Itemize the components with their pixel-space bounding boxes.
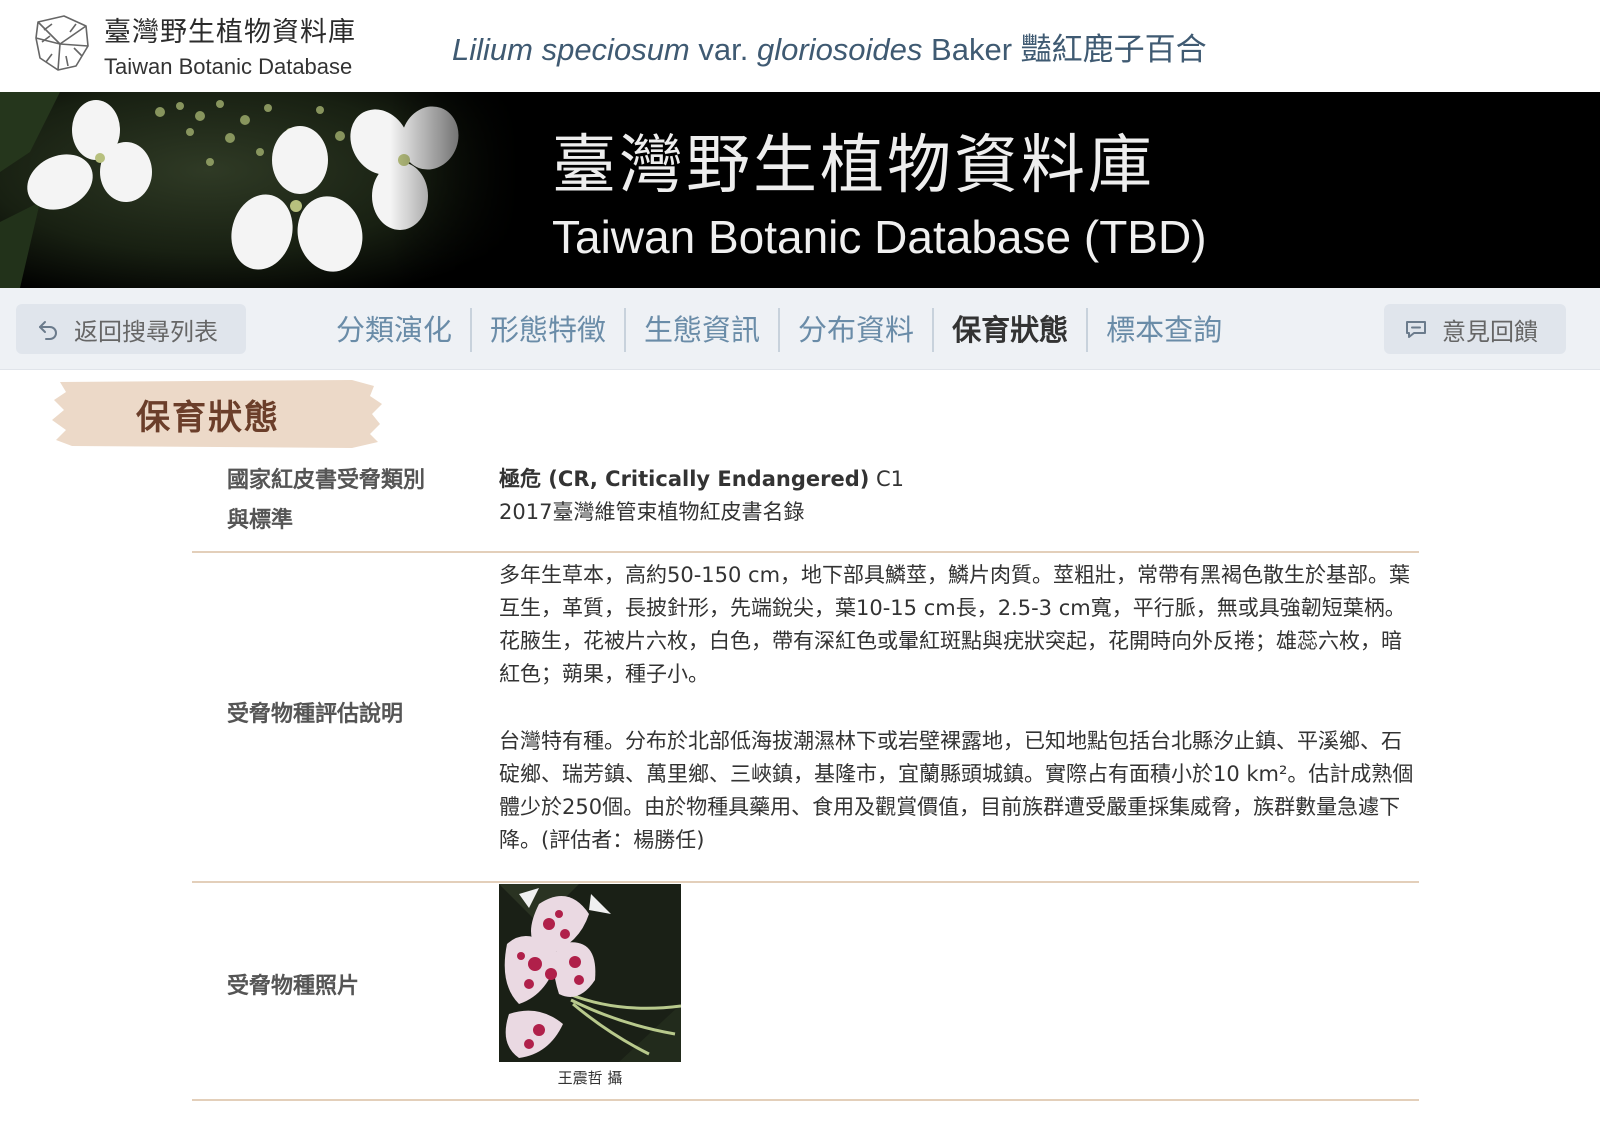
redlist-category: 極危 (CR, Critically Endangered): [499, 467, 870, 491]
tab-distribution[interactable]: 分布資料: [780, 308, 935, 352]
species-author: Baker: [931, 32, 1013, 67]
species-binomial: Lilium speciosum: [452, 32, 690, 67]
site-header: 臺灣野生植物資料庫 Taiwan Botanic Database Lilium…: [0, 0, 1600, 92]
tab-morphology[interactable]: 形態特徵: [472, 308, 627, 352]
photo-credit: 王震哲 攝: [557, 1069, 623, 1087]
hero-banner: 臺灣野生植物資料庫 Taiwan Botanic Database (TBD): [0, 92, 1600, 288]
species-photo[interactable]: [499, 884, 681, 1062]
table-row: 國家紅皮書受脅類別 與標準 極危 (CR, Critically Endange…: [192, 455, 1419, 553]
tab-conservation[interactable]: 保育狀態: [934, 308, 1089, 352]
species-title: Lilium speciosum var. gloriosoides Baker…: [452, 24, 1207, 69]
redlist-criteria: C1: [869, 467, 905, 491]
undo-arrow-icon: [39, 321, 57, 340]
leaf-logo-icon[interactable]: [30, 12, 94, 76]
comment-icon: [1406, 321, 1426, 338]
feedback-button[interactable]: 意見回饋: [1384, 304, 1566, 354]
tab-classification[interactable]: 分類演化: [318, 308, 473, 352]
assessment-paragraph-morphology: 多年生草本，高約50-150 cm，地下部具鱗莖，鱗片肉質。莖粗壯，常帶有黑褐色…: [499, 563, 1411, 686]
redlist-category-label-line2: 與標準: [227, 508, 294, 533]
back-to-search-button[interactable]: 返回搜尋列表: [16, 304, 246, 354]
table-row: 受脅物種評估說明 多年生草本，高約50-150 cm，地下部具鱗莖，鱗片肉質。莖…: [192, 553, 1419, 883]
redlist-source: 2017臺灣維管束植物紅皮書名錄: [499, 500, 805, 524]
table-row: 受脅物種照片 王震哲 攝: [192, 883, 1419, 1101]
assessment-label: 受脅物種評估說明: [227, 702, 404, 727]
banner-title-en: Taiwan Botanic Database (TBD): [552, 211, 1207, 263]
redlist-category-label-line1: 國家紅皮書受脅類別: [227, 468, 426, 493]
species-variety: gloriosoides: [756, 32, 923, 67]
assessment-text: 多年生草本，高約50-150 cm，地下部具鱗莖，鱗片肉質。莖粗壯，常帶有黑褐色…: [499, 559, 1419, 857]
redlist-category-value: 極危 (CR, Critically Endangered) C1 2017臺灣…: [499, 463, 1419, 529]
section-heading: 保育狀態: [52, 380, 386, 448]
section-tabs: 分類演化 形態特徵 生態資訊 分布資料 保育狀態 標本查詢: [318, 308, 1240, 352]
species-rank: var.: [698, 32, 749, 67]
feedback-button-label: 意見回饋: [1442, 317, 1538, 346]
site-name-zh[interactable]: 臺灣野生植物資料庫: [104, 10, 356, 49]
banner-title-zh: 臺灣野生植物資料庫: [552, 129, 1155, 203]
assessment-paragraph-distribution: 台灣特有種。分布於北部低海拔潮濕林下或岩壁裸露地，已知地點包括台北縣汐止鎮、平溪…: [499, 729, 1414, 852]
site-name-en[interactable]: Taiwan Botanic Database: [104, 54, 352, 80]
section-title: 保育狀態: [136, 398, 280, 438]
redlist-category-label: 國家紅皮書受脅類別 與標準: [227, 461, 425, 541]
species-navbar: 返回搜尋列表 分類演化 形態特徵 生態資訊 分布資料 保育狀態 標本查詢 意見回…: [0, 288, 1600, 370]
tab-ecology[interactable]: 生態資訊: [626, 308, 781, 352]
tab-specimens[interactable]: 標本查詢: [1088, 308, 1240, 352]
species-common-name: 豔紅鹿子百合: [1020, 32, 1207, 67]
back-button-label: 返回搜尋列表: [74, 317, 218, 346]
banner-flower-photo: [0, 92, 520, 288]
species-photo-label: 受脅物種照片: [227, 974, 360, 999]
